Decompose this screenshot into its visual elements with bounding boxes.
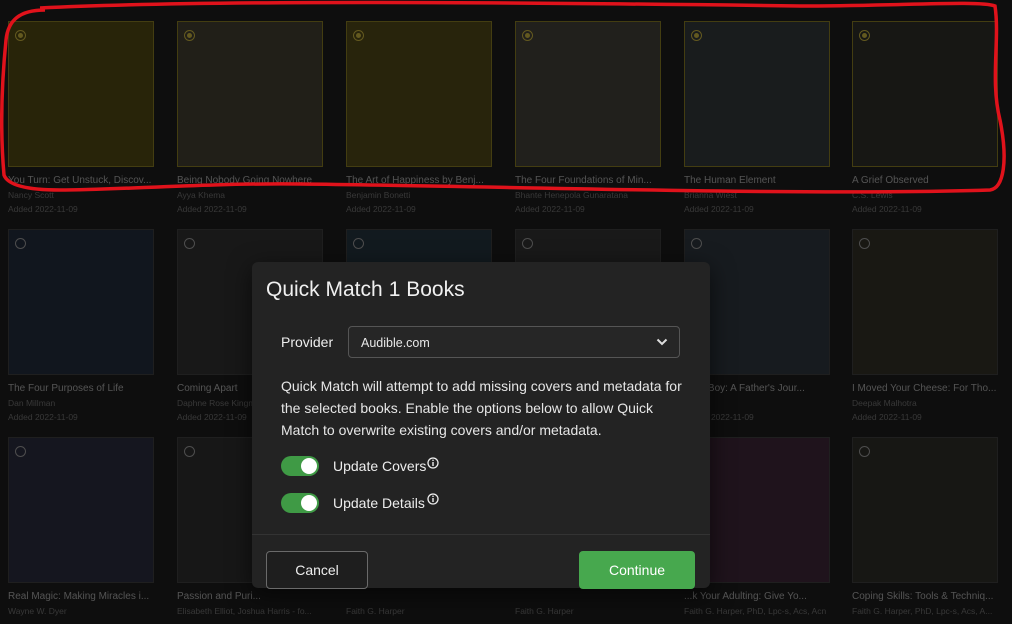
modal-title-prefix: Quick Match xyxy=(266,278,383,301)
update-covers-label: Update Covers xyxy=(333,458,427,474)
select-radio[interactable] xyxy=(522,238,533,249)
cancel-button[interactable]: Cancel xyxy=(266,551,368,589)
modal-description: Quick Match will attempt to add missing … xyxy=(281,378,682,438)
update-details-toggle[interactable] xyxy=(281,493,319,513)
book-title[interactable]: ...k Your Adulting: Give Yo... xyxy=(684,591,834,602)
book-cover[interactable] xyxy=(346,21,492,167)
provider-select-value: Audible.com xyxy=(361,336,430,350)
book-cover[interactable] xyxy=(684,21,830,167)
book-author: Faith G. Harper, PhD, Lpc-s, Acs, Acn xyxy=(684,606,827,616)
book-cover[interactable] xyxy=(515,21,661,167)
book-added-date: Added 2022-11-09 xyxy=(852,204,922,214)
book-title[interactable]: You Turn: Get Unstuck, Discov... xyxy=(8,175,158,186)
modal-footer-divider xyxy=(252,534,710,535)
book-author: C.S. Lewis xyxy=(852,190,893,200)
book-title[interactable]: The Human Element xyxy=(684,175,834,186)
book-cover[interactable] xyxy=(852,229,998,375)
continue-button[interactable]: Continue xyxy=(579,551,695,589)
book-cover[interactable] xyxy=(852,21,998,167)
info-icon[interactable] xyxy=(427,457,439,469)
book-added-date: Added 2022-11-09 xyxy=(8,204,78,214)
book-title[interactable]: Passion and Puri... xyxy=(177,591,327,602)
select-radio[interactable] xyxy=(353,30,364,41)
toggle-knob xyxy=(301,495,317,511)
update-covers-toggle[interactable] xyxy=(281,456,319,476)
select-radio[interactable] xyxy=(691,238,702,249)
book-title[interactable]: I Moved Your Cheese: For Tho... xyxy=(852,383,1002,394)
select-radio[interactable] xyxy=(15,446,26,457)
book-author: Benjamin Bonetti xyxy=(346,190,411,200)
book-added-date: Added 2022-11-09 xyxy=(177,204,247,214)
select-radio[interactable] xyxy=(184,238,195,249)
book-added-date: Added 2022-11-09 xyxy=(346,204,416,214)
select-radio[interactable] xyxy=(15,238,26,249)
book-added-date: Added 2022-11-09 xyxy=(852,412,922,422)
book-added-date: Added 2022-11-09 xyxy=(515,204,585,214)
toggle-knob xyxy=(301,458,317,474)
info-icon[interactable] xyxy=(427,493,439,505)
book-added-date: Added 2022-11-09 xyxy=(8,412,78,422)
book-cover[interactable] xyxy=(8,229,154,375)
book-cover[interactable] xyxy=(177,21,323,167)
chevron-down-icon xyxy=(656,338,668,346)
book-author: Faith G. Harper xyxy=(346,606,405,616)
book-author: Elisabeth Elliot, Joshua Harris - fo... xyxy=(177,606,312,616)
select-radio[interactable] xyxy=(353,238,364,249)
book-title[interactable]: The Four Purposes of Life xyxy=(8,383,158,394)
select-radio[interactable] xyxy=(184,446,195,457)
book-author: Ayya Khema xyxy=(177,190,226,200)
book-cover[interactable] xyxy=(8,21,154,167)
modal-title-count: 1 Books xyxy=(388,278,465,301)
book-title[interactable]: A Grief Observed xyxy=(852,175,1002,186)
book-title[interactable]: The Four Foundations of Min... xyxy=(515,175,665,186)
book-author: Brianna Wiest xyxy=(684,190,737,200)
book-author: Nancy Scott xyxy=(8,190,54,200)
modal-title: Quick Match 1 Books xyxy=(266,278,471,302)
select-radio[interactable] xyxy=(184,30,195,41)
provider-select[interactable]: Audible.com xyxy=(348,326,680,358)
book-title[interactable]: Coping Skills: Tools & Techniq... xyxy=(852,591,1002,602)
book-author: Bhante Henepola Gunaratana xyxy=(515,190,628,200)
select-radio[interactable] xyxy=(859,238,870,249)
book-author: Faith G. Harper, PhD, Lpc-s, Acs, A... xyxy=(852,606,993,616)
book-author: Dan Millman xyxy=(8,398,56,408)
book-title[interactable]: Real Magic: Making Miracles i... xyxy=(8,591,158,602)
select-radio[interactable] xyxy=(15,30,26,41)
select-radio[interactable] xyxy=(859,30,870,41)
update-details-label: Update Details xyxy=(333,495,425,511)
book-author: Wayne W. Dyer xyxy=(8,606,67,616)
book-author: Faith G. Harper xyxy=(515,606,574,616)
quick-match-modal: Quick Match 1 Books Provider Audible.com … xyxy=(252,262,710,589)
book-cover[interactable] xyxy=(8,437,154,583)
book-title[interactable]: The Art of Happiness by Benj... xyxy=(346,175,496,186)
book-cover[interactable] xyxy=(852,437,998,583)
book-author: Deepak Malhotra xyxy=(852,398,917,408)
select-radio[interactable] xyxy=(522,30,533,41)
book-title[interactable]: Being Nobody Going Nowhere xyxy=(177,175,327,186)
book-added-date: Added 2022-11-09 xyxy=(684,204,754,214)
provider-label: Provider xyxy=(281,334,334,350)
select-radio[interactable] xyxy=(691,30,702,41)
select-radio[interactable] xyxy=(859,446,870,457)
